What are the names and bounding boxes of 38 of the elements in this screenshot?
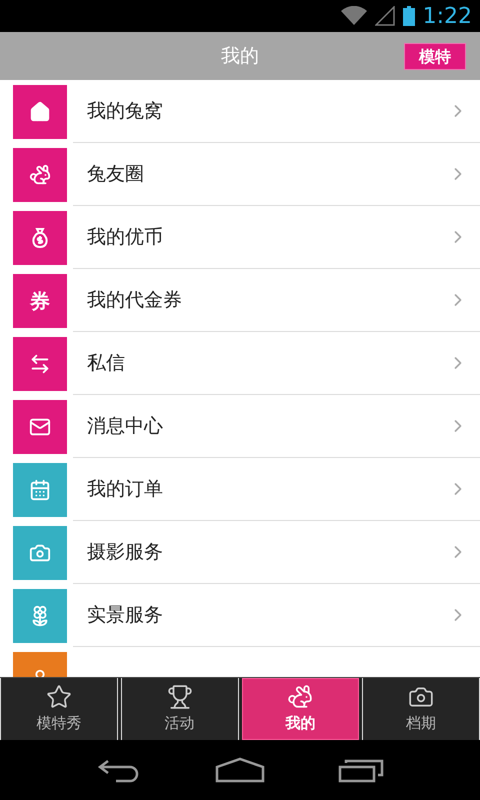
tab[interactable]: 模特秀 [0,678,118,740]
menu-label: 摄影服务 [87,540,164,565]
menu-label: 兔友圈 [87,162,145,187]
menu-item[interactable]: 我的优币 [0,206,480,269]
home-icon[interactable] [214,757,265,783]
calendar-icon [29,478,51,500]
menu-item[interactable]: 消息中心 [0,395,480,458]
menu-item[interactable]: 我的订单 [0,458,480,521]
model-badge[interactable]: 模特 [404,43,466,70]
menu-item[interactable]: 私信 [0,332,480,395]
page-title: 我的 [221,44,259,69]
menu-item[interactable]: 券 我的代金券 [0,269,480,332]
rabbit-icon [287,684,314,710]
wifi-icon [340,6,367,26]
menu-label: 我的优币 [87,224,164,250]
signal-icon [374,6,395,26]
menu-label: 私信 [87,350,126,376]
tab[interactable]: 我的 [242,678,360,740]
menu-label: 我的代金券 [87,288,183,313]
tab[interactable]: 档期 [362,678,480,740]
rabbit-icon [29,164,51,186]
menu-label: 消息中心 [87,414,164,439]
menu-item[interactable]: 我的兔窝 [0,80,480,143]
tab[interactable]: 活动 [120,678,238,740]
ticket-glyph: 券 [30,288,50,314]
menu-item[interactable]: 实景服务 [0,584,480,647]
clock: 1:22 [422,2,472,30]
battery-icon [402,6,415,26]
star-icon [46,684,72,710]
menu-item[interactable]: 摄影服务 [0,521,480,584]
arrows-icon [29,352,51,374]
trophy-icon [166,684,193,710]
menu-item[interactable]: 兔友圈 [0,143,480,206]
recent-apps-icon[interactable] [338,757,384,783]
menu-label: 我的兔窝 [87,98,164,124]
menu-label: 我的订单 [87,476,164,502]
house-icon [29,100,51,122]
menu-label: 实景服务 [87,602,164,628]
